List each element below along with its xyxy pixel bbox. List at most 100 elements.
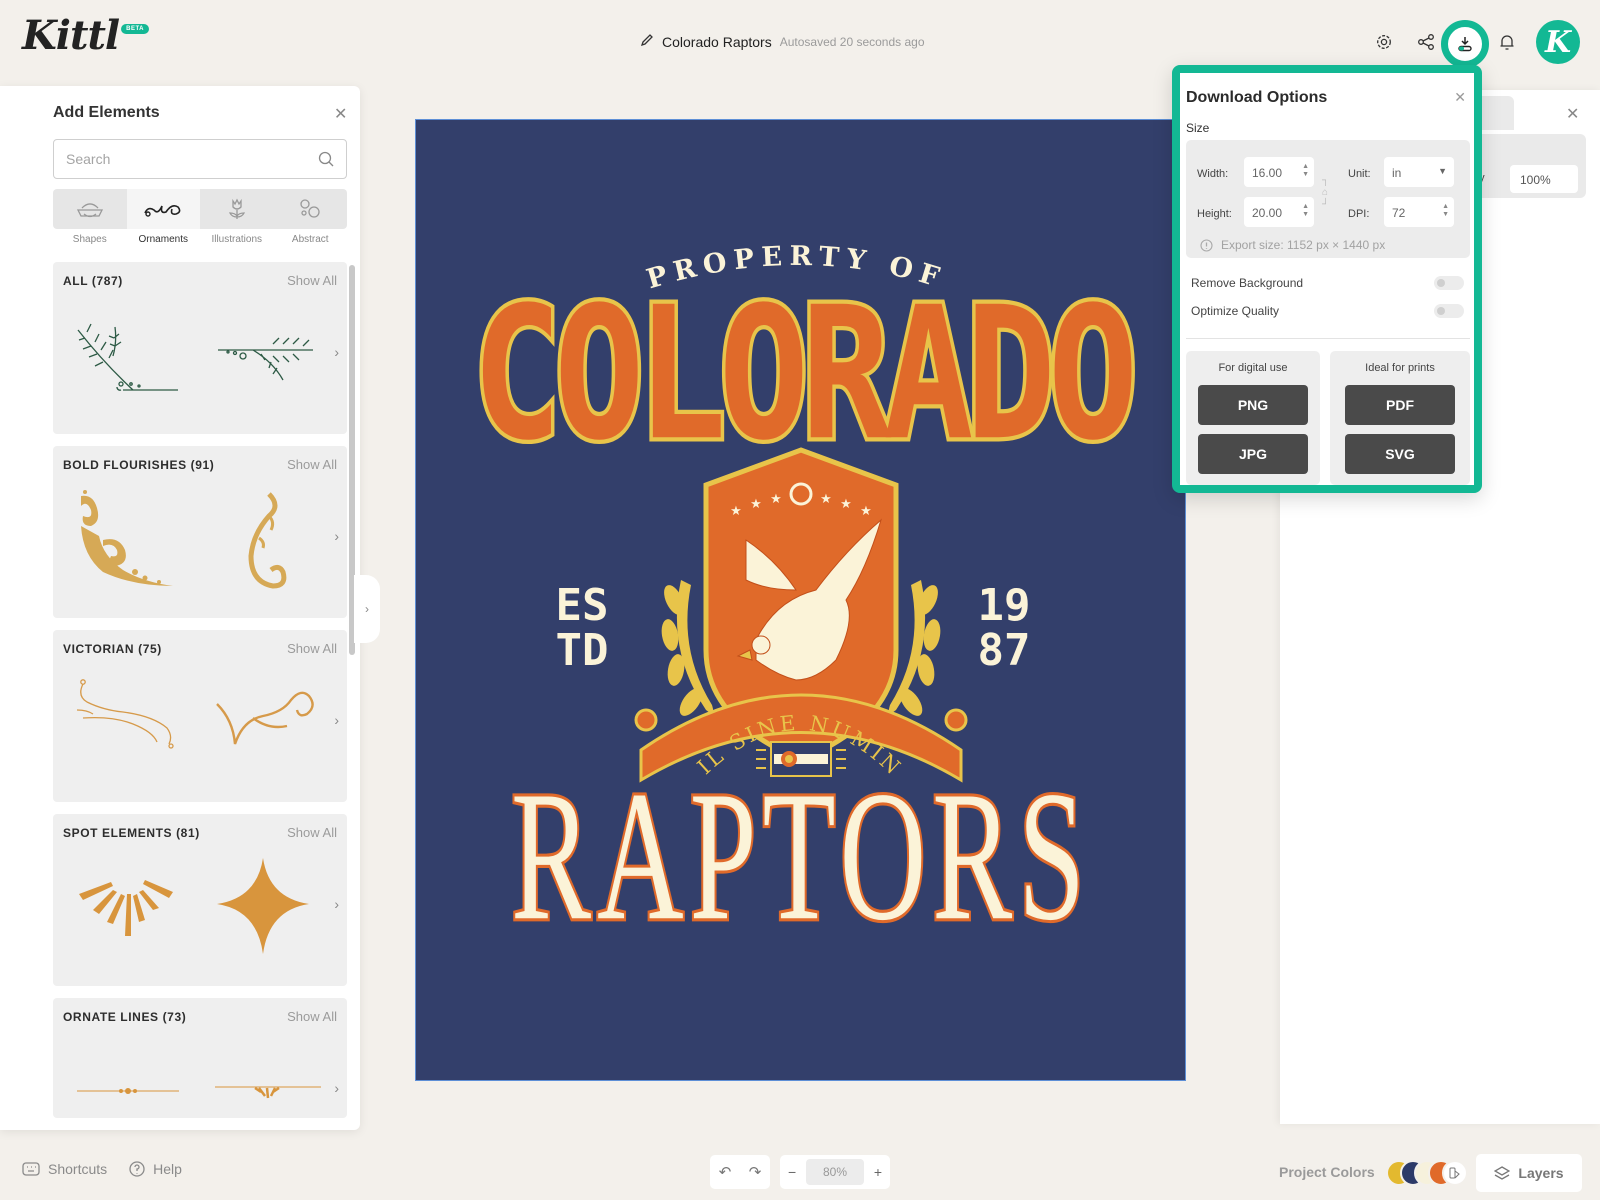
ornament-thumbnail[interactable] — [223, 486, 303, 596]
svg-text:★: ★ — [840, 497, 852, 512]
shortcuts-label: Shortcuts — [48, 1161, 108, 1177]
zoom-out-button[interactable]: − — [788, 1164, 796, 1180]
kittl-logo[interactable]: Kittl BETA — [22, 16, 149, 56]
document-name[interactable]: Colorado Raptors — [662, 34, 772, 50]
zoom-level[interactable]: 80% — [806, 1159, 864, 1185]
digital-header: For digital use — [1218, 362, 1288, 374]
undo-icon[interactable]: ↶ — [719, 1163, 732, 1181]
section-title: SPOT ELEMENTS (81) — [63, 826, 200, 840]
category-tabs: Shapes Ornaments Illustrations Abstract — [53, 189, 347, 247]
ornament-thumbnail[interactable] — [213, 670, 323, 760]
redo-icon[interactable]: ↷ — [749, 1163, 762, 1181]
zoom-controls: − 80% + — [780, 1155, 890, 1189]
shortcuts-button[interactable]: Shortcuts — [22, 1161, 107, 1177]
project-colors-label: Project Colors — [1279, 1164, 1375, 1180]
remove-background-toggle[interactable] — [1434, 276, 1464, 290]
section-victorian: VICTORIAN (75) Show All › — [53, 630, 347, 802]
svg-text:★: ★ — [730, 504, 742, 519]
gear-icon[interactable] — [1373, 31, 1395, 53]
close-dialog-button[interactable]: ✕ — [1454, 89, 1466, 106]
optimize-quality-row: Optimize Quality — [1191, 304, 1470, 318]
dpi-input[interactable]: 72 ▲ ▼ — [1384, 197, 1454, 227]
chevron-right-icon: › — [365, 602, 369, 616]
share-icon[interactable] — [1415, 31, 1437, 53]
ornament-thumbnail[interactable] — [73, 1084, 183, 1098]
tab-abstract[interactable]: Abstract — [273, 189, 347, 247]
optimize-quality-toggle[interactable] — [1434, 304, 1464, 318]
width-stepper[interactable]: ▲ ▼ — [1302, 163, 1309, 179]
search-input[interactable] — [66, 151, 318, 167]
user-avatar[interactable]: K — [1536, 20, 1580, 64]
size-label: Size — [1186, 121, 1210, 135]
help-button[interactable]: Help — [129, 1161, 182, 1177]
close-panel-button[interactable]: ✕ — [334, 104, 347, 124]
ornament-thumbnail[interactable] — [213, 302, 323, 392]
search-field[interactable] — [53, 139, 347, 179]
pencil-icon[interactable] — [640, 33, 654, 50]
document-title-area[interactable]: Colorado Raptors Autosaved 20 seconds ag… — [640, 33, 925, 50]
unit-select[interactable]: in ▼ — [1384, 157, 1454, 187]
close-icon: ✕ — [1454, 89, 1466, 105]
print-formats: Ideal for prints PDF SVG — [1330, 351, 1470, 485]
tab-illustrations[interactable]: Illustrations — [200, 189, 274, 247]
ornament-thumbnail[interactable] — [73, 302, 183, 392]
pdf-button[interactable]: PDF — [1345, 385, 1455, 425]
download-options-dialog: Download Options ✕ Size Width: 16.00 ▲ ▼ … — [1172, 65, 1482, 493]
tab-shapes[interactable]: Shapes — [53, 189, 127, 247]
height-input[interactable]: 20.00 ▲ ▼ — [1244, 197, 1314, 227]
year-top-text[interactable]: 19 — [978, 580, 1031, 631]
zoom-in-button[interactable]: + — [874, 1164, 882, 1180]
layers-button[interactable]: Layers — [1476, 1154, 1582, 1192]
jpg-button[interactable]: JPG — [1198, 434, 1308, 474]
est-bottom-text[interactable]: TD — [556, 625, 609, 676]
show-all-link[interactable]: Show All — [287, 641, 337, 656]
show-all-link[interactable]: Show All — [287, 1009, 337, 1024]
section-title: BOLD FLOURISHES (91) — [63, 458, 215, 472]
ornament-thumbnail[interactable] — [73, 670, 183, 760]
show-all-link[interactable]: Show All — [287, 457, 337, 472]
autosave-status: Autosaved 20 seconds ago — [779, 34, 925, 49]
collapse-panel-button[interactable]: › — [354, 575, 380, 643]
section-all: ALL (787) Show All › — [53, 262, 347, 434]
ornament-sections: ALL (787) Show All › BOLD FLOURISHES (91… — [53, 262, 347, 1130]
dpi-label: DPI: — [1348, 208, 1370, 220]
png-button[interactable]: PNG — [1198, 385, 1308, 425]
close-icon: ✕ — [334, 106, 348, 123]
section-ornate-lines: ORNATE LINES (73) Show All › — [53, 998, 347, 1118]
chevron-right-icon[interactable]: › — [334, 896, 339, 912]
est-top-text[interactable]: ES — [556, 580, 609, 631]
year-bottom-text[interactable]: 87 — [978, 625, 1031, 676]
project-color-swatches[interactable] — [1386, 1160, 1468, 1186]
ornament-thumbnail[interactable] — [213, 854, 323, 964]
section-title: ORNATE LINES (73) — [63, 1010, 187, 1024]
download-button[interactable] — [1441, 20, 1489, 68]
chevron-right-icon[interactable]: › — [334, 344, 339, 360]
show-all-link[interactable]: Show All — [287, 825, 337, 840]
remove-background-label: Remove Background — [1191, 276, 1304, 290]
palette-icon[interactable] — [1442, 1160, 1468, 1186]
aspect-lock-icon[interactable]: ┐ ⌂ ┘ — [1322, 175, 1329, 211]
ornament-thumbnail[interactable] — [213, 1082, 323, 1100]
panel-title: Add Elements — [53, 104, 160, 121]
svg-text:★: ★ — [770, 492, 782, 507]
tab-ornaments[interactable]: Ornaments — [126, 189, 200, 247]
show-all-link[interactable]: Show All — [287, 273, 337, 288]
width-input[interactable]: 16.00 ▲ ▼ — [1244, 157, 1314, 187]
export-size-text: Export size: 1152 px × 1440 px — [1221, 238, 1386, 252]
design-canvas[interactable]: PROPERTY OF COLORADO ★ ★ ★ ★ ★ ★ IL SINE… — [415, 119, 1186, 1081]
chevron-right-icon[interactable]: › — [334, 1080, 339, 1096]
close-properties-button[interactable]: ✕ — [1566, 104, 1579, 124]
svg-button[interactable]: SVG — [1345, 434, 1455, 474]
size-settings: Width: 16.00 ▲ ▼ Height: 20.00 ▲ ▼ ┐ ⌂ ┘ Uni… — [1186, 140, 1470, 258]
raptors-text[interactable]: RAPTORS — [509, 751, 1091, 962]
ornament-thumbnail[interactable] — [73, 854, 183, 954]
opacity-input[interactable]: 100% — [1510, 165, 1578, 193]
bell-icon[interactable] — [1496, 31, 1518, 53]
chevron-right-icon[interactable]: › — [334, 712, 339, 728]
height-stepper[interactable]: ▲ ▼ — [1302, 203, 1309, 219]
dpi-stepper[interactable]: ▲ ▼ — [1442, 203, 1449, 219]
ornament-thumbnail[interactable] — [73, 486, 183, 596]
illustrations-icon — [228, 198, 245, 219]
logo-wordmark: Kittl — [22, 12, 120, 59]
chevron-right-icon[interactable]: › — [334, 528, 339, 544]
